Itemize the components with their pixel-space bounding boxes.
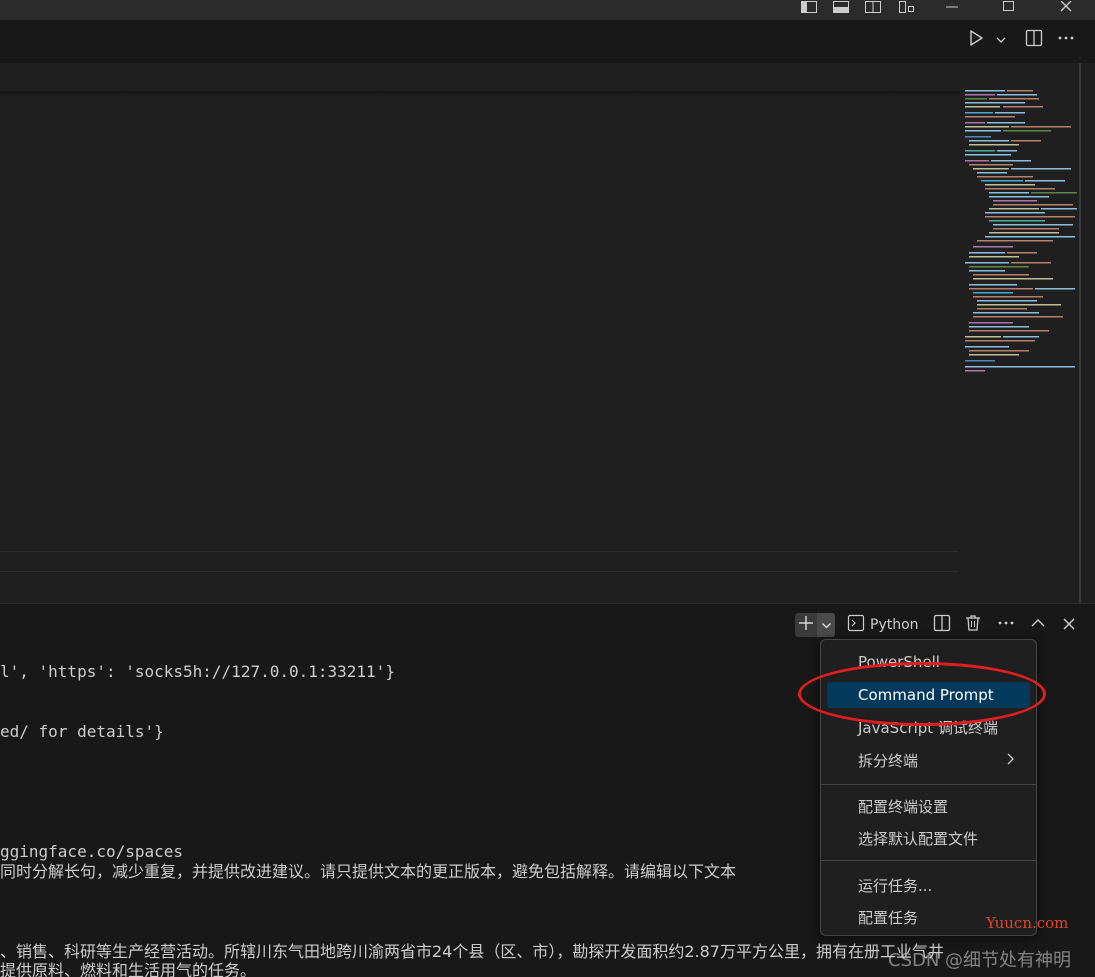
run-dropdown-icon[interactable] bbox=[995, 31, 1007, 50]
editor-scrollbar[interactable] bbox=[1079, 63, 1081, 603]
close-window-icon[interactable] bbox=[1056, 0, 1076, 14]
launch-profile-dropdown-icon bbox=[821, 616, 832, 635]
new-terminal-group bbox=[795, 613, 835, 637]
new-terminal-icon bbox=[798, 615, 814, 635]
terminal-tab-python[interactable]: Python bbox=[847, 613, 919, 637]
menu-item-label: 配置任务 bbox=[858, 908, 919, 927]
terminal-output-line: ggingface.co/spaces bbox=[0, 842, 184, 861]
menu-item-label: 拆分终端 bbox=[858, 751, 919, 770]
menu-item-split-terminal[interactable]: 拆分终端 bbox=[827, 747, 1030, 773]
menu-separator bbox=[821, 784, 1036, 785]
terminal-more-actions-button[interactable] bbox=[997, 613, 1015, 637]
editor-scroll-shadow bbox=[0, 91, 960, 95]
menu-item-label: 运行任务... bbox=[858, 876, 933, 895]
menu-item-run-task[interactable]: 运行任务... bbox=[827, 872, 1030, 898]
customize-layout-icon[interactable] bbox=[898, 0, 916, 14]
editor-divider bbox=[0, 571, 958, 572]
terminal-output-line: ed/ for details'} bbox=[0, 722, 164, 741]
menu-item-label: 配置终端设置 bbox=[858, 797, 949, 816]
toggle-panel-icon[interactable] bbox=[832, 0, 850, 14]
terminal-output-line: 提供原料、燃料和生活用气的任务。 bbox=[0, 961, 257, 977]
split-terminal-icon bbox=[933, 614, 951, 636]
new-terminal-button[interactable] bbox=[795, 613, 817, 637]
more-actions-icon bbox=[997, 614, 1015, 636]
terminal-output-line: l', 'https': 'socks5h://127.0.0.1:33211'… bbox=[0, 662, 395, 681]
split-editor-icon[interactable] bbox=[1025, 29, 1043, 51]
toggle-secondary-sidebar-icon[interactable] bbox=[864, 0, 882, 14]
menu-item-select-default-profile[interactable]: 选择默认配置文件 bbox=[827, 825, 1030, 851]
maximize-panel-icon bbox=[1030, 615, 1046, 635]
minimize-icon[interactable] bbox=[942, 0, 962, 14]
terminal-output-line: 同时分解长句，减少重复，并提供改进建议。请只提供文本的更正版本，避免包括解释。请… bbox=[0, 862, 737, 881]
kill-terminal-icon bbox=[965, 614, 981, 636]
editor-tab-bar bbox=[0, 20, 1095, 63]
annotation-ellipse bbox=[798, 662, 1046, 726]
close-panel-icon bbox=[1062, 616, 1076, 635]
csdn-watermark: CSDN @细节处有神明 bbox=[888, 950, 1072, 971]
terminal-icon bbox=[847, 614, 865, 636]
editor-actions bbox=[967, 29, 1075, 51]
title-bar bbox=[0, 0, 1095, 20]
kill-terminal-button[interactable] bbox=[965, 613, 981, 637]
menu-item-configure-terminal-settings[interactable]: 配置终端设置 bbox=[827, 793, 1030, 819]
terminal-output-line: 、销售、科研等生产经营活动。所辖川东气田地跨川渝两省市24个县（区、市），勘探开… bbox=[0, 942, 944, 961]
editor-divider bbox=[0, 551, 958, 552]
site-watermark: Yuucn.com bbox=[986, 914, 1069, 932]
terminal-tab-label: Python bbox=[870, 617, 919, 633]
minimap[interactable] bbox=[963, 88, 1081, 383]
split-terminal-button[interactable] bbox=[933, 613, 951, 637]
terminal-toolbar: Python bbox=[795, 612, 1076, 638]
menu-item-label: 选择默认配置文件 bbox=[858, 829, 979, 848]
toggle-primary-sidebar-icon[interactable] bbox=[800, 0, 818, 14]
close-panel-button[interactable] bbox=[1062, 613, 1076, 637]
run-icon[interactable] bbox=[967, 29, 985, 51]
menu-separator bbox=[821, 860, 1036, 861]
chevron-right-icon bbox=[1006, 751, 1016, 771]
launch-profile-button[interactable] bbox=[817, 613, 835, 637]
more-actions-icon[interactable] bbox=[1057, 29, 1075, 51]
editor-area[interactable] bbox=[0, 63, 1095, 603]
maximize-icon[interactable] bbox=[998, 0, 1018, 14]
maximize-panel-button[interactable] bbox=[1030, 613, 1046, 637]
